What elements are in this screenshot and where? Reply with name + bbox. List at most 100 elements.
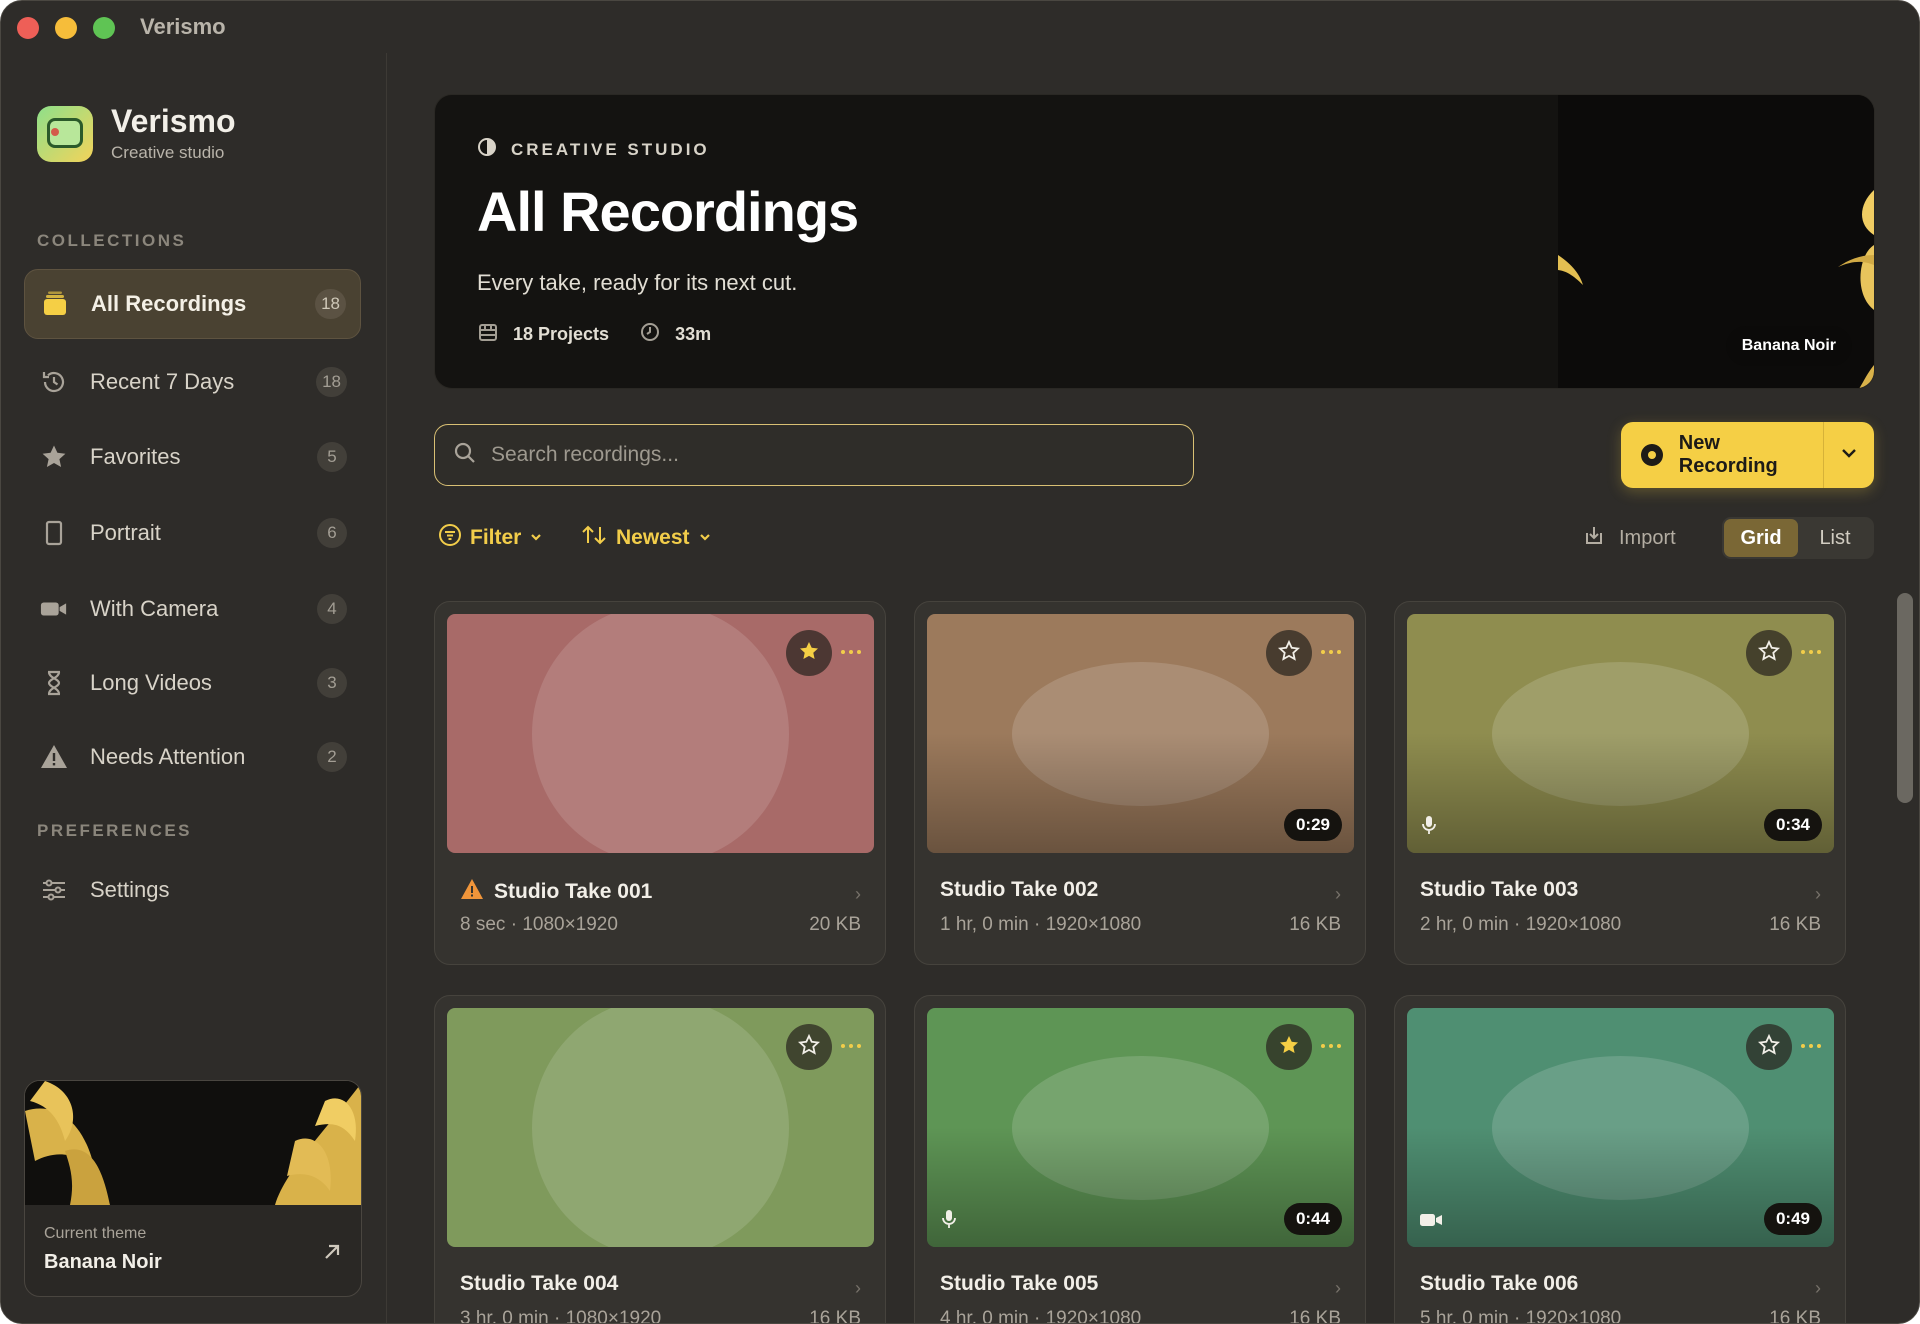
recording-meta: 8 sec · 1080×1920 (460, 914, 618, 935)
star-outline-icon (797, 1033, 821, 1061)
grid-view-button[interactable]: Grid (1724, 519, 1798, 557)
zoom-window-button[interactable] (93, 17, 115, 39)
favorite-button[interactable] (1746, 630, 1792, 676)
window-title: Verismo (140, 14, 226, 39)
more-options-button[interactable] (1316, 1034, 1346, 1058)
current-theme-card[interactable]: Current theme Banana Noir (24, 1080, 362, 1297)
recording-thumbnail: 0:49 (1407, 1008, 1834, 1247)
sidebar-item-count: 4 (317, 594, 347, 624)
sidebar-item-count: 2 (317, 742, 347, 772)
video-camera-icon (1419, 1210, 1443, 1235)
search-icon (453, 441, 477, 470)
chevron-right-icon: › (1815, 884, 1821, 904)
video-camera-icon (40, 595, 68, 623)
brand-subtitle: Creative studio (111, 143, 225, 162)
recording-title: Studio Take 002 (940, 878, 1099, 901)
star-icon (40, 443, 68, 471)
recording-card[interactable]: 0:49 Studio Take 006 › 5 hr, 0 min · 192… (1394, 995, 1846, 1324)
view-toggle: Grid List (1722, 517, 1874, 559)
sidebar-item-count: 18 (316, 367, 347, 397)
list-view-button[interactable]: List (1798, 519, 1872, 557)
open-external-icon[interactable] (321, 1241, 343, 1270)
sidebar-item-label: With Camera (90, 596, 219, 621)
chevron-down-icon (698, 526, 712, 550)
recording-card[interactable]: 0:34 Studio Take 003 › 2 hr, 0 min · 192… (1394, 601, 1846, 965)
theme-caption: Current theme (44, 1225, 147, 1242)
chevron-right-icon: › (1815, 1278, 1821, 1298)
recording-meta: 1 hr, 0 min · 1920×1080 (940, 914, 1142, 935)
history-icon (40, 368, 68, 396)
film-icon (477, 321, 499, 348)
more-options-button[interactable] (1796, 640, 1826, 664)
recording-card[interactable]: 0:29 Studio Take 002 › 1 hr, 0 min · 192… (914, 601, 1366, 965)
more-options-button[interactable] (1316, 640, 1346, 664)
microphone-icon (939, 1208, 959, 1235)
sidebar-item-label: Favorites (90, 444, 181, 469)
brand: Verismo Creative studio (37, 104, 236, 163)
sidebar-item-favorites[interactable]: Favorites 5 (24, 422, 361, 492)
recording-size: 16 KB (1769, 1308, 1821, 1324)
more-options-button[interactable] (836, 640, 866, 664)
more-options-button[interactable] (1796, 1034, 1826, 1058)
duration-badge: 0:34 (1763, 809, 1822, 841)
warning-icon (460, 878, 484, 906)
collections-heading: COLLECTIONS (37, 231, 187, 250)
recording-meta: 3 hr, 0 min · 1080×1920 (460, 1308, 662, 1324)
new-recording-button[interactable]: New Recording (1621, 422, 1823, 488)
filter-icon (438, 523, 462, 553)
sidebar-item-needs-attention[interactable]: Needs Attention 2 (24, 722, 361, 792)
more-options-button[interactable] (836, 1034, 866, 1058)
recording-card[interactable]: Studio Take 004 › 3 hr, 0 min · 1080×192… (434, 995, 886, 1324)
search-input[interactable] (491, 443, 1151, 467)
chevron-down-icon (529, 526, 543, 550)
sort-button[interactable]: Newest (580, 523, 712, 553)
recording-card[interactable]: Studio Take 001 › 8 sec · 1080×1920 20 K… (434, 601, 886, 965)
import-button[interactable]: Import (1583, 524, 1676, 552)
sidebar-item-label: Portrait (90, 520, 161, 545)
chevron-right-icon: › (1335, 884, 1341, 904)
sidebar-item-portrait[interactable]: Portrait 6 (24, 498, 361, 568)
filter-button[interactable]: Filter (438, 523, 543, 553)
app-logo-icon (37, 105, 93, 162)
favorite-button[interactable] (1746, 1024, 1792, 1070)
sidebar-item-count: 6 (317, 518, 347, 548)
chevron-right-icon: › (855, 1278, 861, 1298)
recording-card[interactable]: 0:44 Studio Take 005 › 4 hr, 0 min · 192… (914, 995, 1366, 1323)
scrollbar[interactable] (1897, 593, 1913, 803)
favorite-button[interactable] (786, 630, 832, 676)
sidebar-item-all-recordings[interactable]: All Recordings 18 (24, 269, 361, 339)
hero-kicker: CREATIVE STUDIO (511, 139, 710, 159)
search-bar[interactable] (434, 424, 1194, 486)
close-window-button[interactable] (17, 17, 39, 39)
new-recording-menu-button[interactable] (1824, 443, 1874, 468)
banana-noir-artwork (25, 1081, 361, 1205)
favorite-button[interactable] (1266, 630, 1312, 676)
sidebar-item-count: 18 (315, 289, 346, 319)
sidebar: Verismo Creative studio COLLECTIONS All … (1, 53, 387, 1323)
traffic-lights (17, 17, 115, 39)
sidebar-item-with-camera[interactable]: With Camera 4 (24, 574, 361, 644)
star-filled-icon (1278, 1034, 1300, 1061)
brand-name: Verismo (111, 103, 236, 139)
portrait-icon (40, 519, 68, 547)
sidebar-item-recent-7-days[interactable]: Recent 7 Days 18 (24, 347, 361, 417)
clock-icon (639, 321, 661, 348)
recording-thumbnail: 0:29 (927, 614, 1354, 853)
favorite-button[interactable] (786, 1024, 832, 1070)
recording-size: 16 KB (1769, 914, 1821, 935)
recording-size: 20 KB (809, 914, 861, 935)
sidebar-item-settings[interactable]: Settings (24, 855, 361, 925)
favorite-button[interactable] (1266, 1024, 1312, 1070)
sidebar-item-label: Needs Attention (90, 744, 246, 769)
star-filled-icon (798, 640, 820, 667)
hero-banner: CREATIVE STUDIO All Recordings Every tak… (434, 94, 1875, 389)
sidebar-item-count: 3 (317, 668, 347, 698)
minimize-window-button[interactable] (55, 17, 77, 39)
recordings-grid: Studio Take 001 › 8 sec · 1080×1920 20 K… (434, 601, 1846, 1324)
import-icon (1583, 524, 1605, 552)
sidebar-item-label: All Recordings (91, 291, 247, 316)
sidebar-item-long-videos[interactable]: Long Videos 3 (24, 648, 361, 718)
recording-meta: 5 hr, 0 min · 1920×1080 (1420, 1308, 1622, 1324)
recording-size: 16 KB (1289, 914, 1341, 935)
duration-badge: 0:49 (1763, 1203, 1822, 1235)
